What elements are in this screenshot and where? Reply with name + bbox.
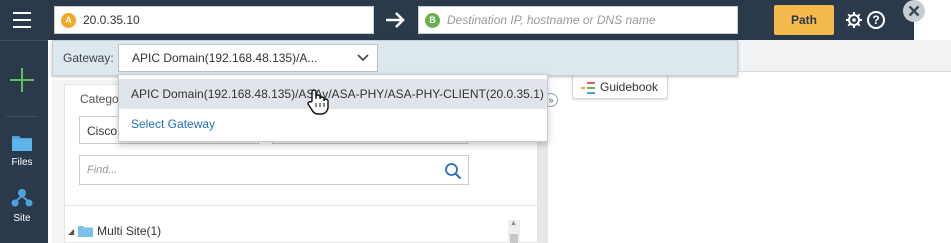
gateway-label: Gateway: (63, 51, 114, 65)
destination-input[interactable]: B Destination IP, hostname or DNS name (418, 6, 738, 34)
search-input[interactable]: Find... (79, 155, 469, 185)
hamburger-menu-icon[interactable] (0, 0, 44, 40)
help-icon[interactable]: ? (867, 11, 885, 29)
source-value: 20.0.35.10 (83, 13, 140, 27)
category-label: Catego (80, 92, 119, 106)
sidebar-item-site[interactable]: Site (0, 188, 44, 224)
add-icon[interactable] (6, 64, 38, 96)
destination-placeholder: Destination IP, hostname or DNS name (447, 13, 656, 27)
rail-divider (6, 116, 38, 117)
source-badge: A (61, 13, 76, 28)
close-icon[interactable] (903, 0, 925, 22)
hand-cursor-icon (306, 88, 330, 119)
workspace-header (738, 40, 951, 72)
path-button[interactable]: Path (774, 5, 834, 35)
search-placeholder: Find... (87, 164, 118, 176)
scroll-up-icon[interactable]: ▲ (510, 220, 517, 228)
gear-icon[interactable] (845, 11, 863, 32)
tree-item[interactable]: ◢ Multi Site(1) (68, 224, 161, 238)
folder-icon (12, 136, 32, 151)
chevron-down-icon (357, 54, 369, 62)
guidebook-button[interactable]: Guidebook (572, 75, 668, 99)
search-icon[interactable] (444, 162, 462, 180)
caret-down-icon[interactable]: ◢ (68, 227, 74, 236)
gateway-dropdown: APIC Domain(192.168.48.135)/ASAv/ASA-PHY… (118, 74, 548, 142)
sidebar-item-label: Site (13, 213, 31, 224)
rail-divider (0, 40, 48, 41)
vendor-value: Cisco (87, 124, 118, 138)
panel-divider (64, 205, 538, 206)
sidebar-item-files[interactable]: Files (0, 132, 44, 168)
arrow-right-icon (384, 10, 406, 33)
select-gateway-option[interactable]: Select Gateway (119, 109, 547, 139)
site-icon (11, 189, 33, 207)
scrollbar-thumb[interactable] (510, 234, 518, 243)
source-input[interactable]: A 20.0.35.10 (54, 6, 374, 34)
guidebook-icon (581, 82, 595, 94)
folder-icon (78, 226, 94, 237)
tree-item-label: Multi Site(1) (97, 224, 162, 238)
guidebook-label: Guidebook (600, 80, 659, 94)
sidebar-item-label: Files (11, 157, 33, 168)
gateway-select[interactable]: APIC Domain(192.168.48.135)/A... (118, 44, 378, 72)
gateway-selected: APIC Domain(192.168.48.135)/A... (132, 51, 318, 65)
destination-badge: B (425, 13, 440, 28)
gateway-option[interactable]: APIC Domain(192.168.48.135)/ASAv/ASA-PHY… (119, 79, 547, 109)
scrollbar[interactable]: ▲ (508, 220, 520, 243)
